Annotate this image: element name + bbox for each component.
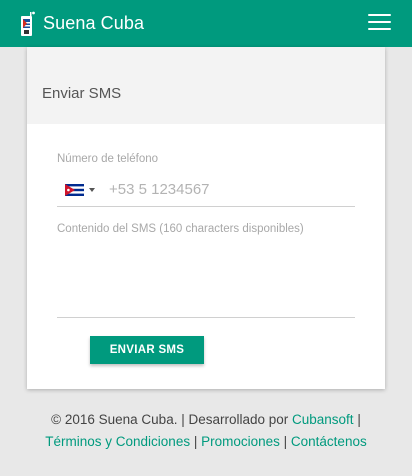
phone-input[interactable] — [109, 181, 339, 198]
top-navbar: Suena Cuba — [0, 0, 412, 47]
promotions-link[interactable]: Promociones — [201, 434, 280, 449]
send-sms-button[interactable]: ENVIAR SMS — [90, 336, 204, 364]
hamburger-menu-icon[interactable] — [368, 14, 391, 32]
footer-separator: | — [353, 412, 361, 427]
sms-content-input[interactable] — [57, 240, 355, 318]
brand[interactable]: Suena Cuba — [19, 11, 144, 37]
footer-copyright: © 2016 Suena Cuba. | Desarrollado por — [51, 412, 293, 427]
phone-label: Número de teléfono — [57, 153, 159, 165]
card-header: Enviar SMS — [27, 47, 385, 124]
sms-content-label: Contenido del SMS (160 characters dispon… — [57, 223, 304, 235]
chevron-down-icon — [89, 187, 95, 192]
phone-field-row — [57, 173, 355, 207]
brand-name: Suena Cuba — [43, 13, 145, 33]
card-title: Enviar SMS — [42, 85, 122, 102]
terms-link[interactable]: Términos y Condiciones — [45, 434, 190, 449]
sms-form-card: Enviar SMS Número de teléfono Contenido … — [27, 47, 385, 389]
footer-line-2: Términos y Condiciones | Promociones | C… — [0, 431, 412, 453]
footer-separator: | — [190, 434, 202, 449]
footer-line-1: © 2016 Suena Cuba. | Desarrollado por Cu… — [0, 409, 412, 431]
contact-link[interactable]: Contáctenos — [291, 434, 367, 449]
footer: © 2016 Suena Cuba. | Desarrollado por Cu… — [0, 409, 412, 453]
country-select[interactable] — [65, 183, 95, 196]
phone-logo-icon — [21, 11, 35, 36]
footer-separator: | — [279, 434, 291, 449]
cubansoft-link[interactable]: Cubansoft — [292, 412, 354, 427]
cuba-flag-icon — [65, 183, 84, 196]
